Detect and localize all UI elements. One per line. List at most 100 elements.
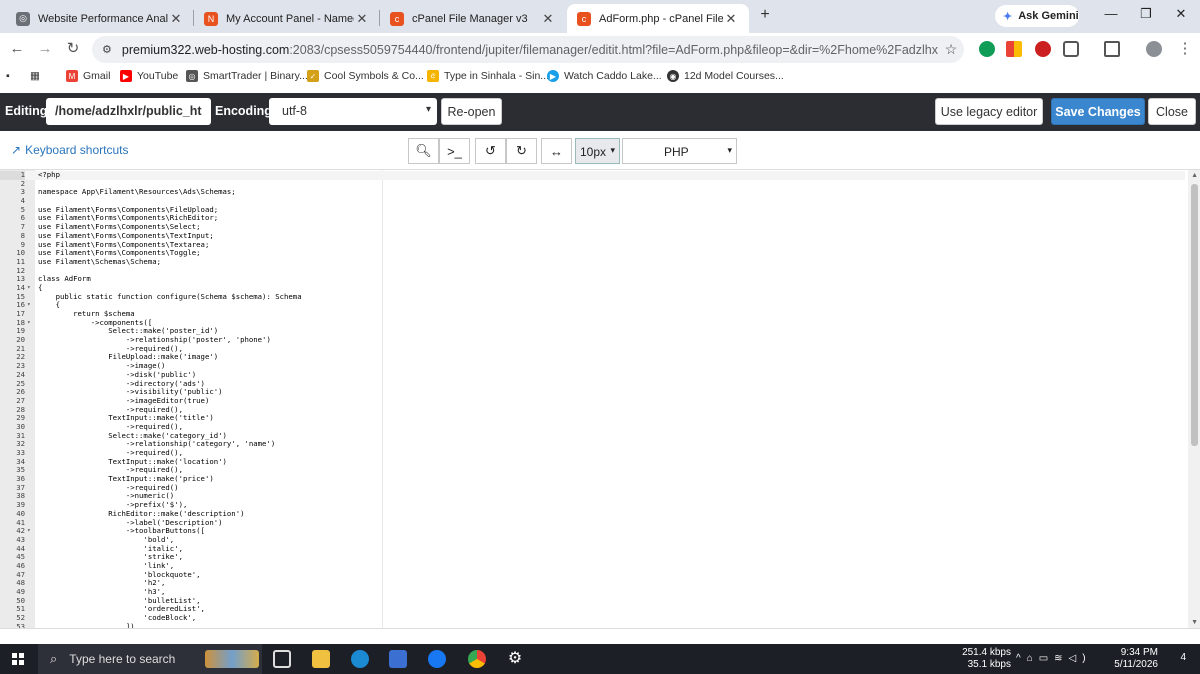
bookmark-youtube[interactable]: ▶ YouTube xyxy=(120,70,178,82)
encoding-select[interactable]: utf-8 ▾ xyxy=(269,98,437,125)
scroll-down-icon[interactable]: ▼ xyxy=(1191,619,1198,626)
app-icon[interactable] xyxy=(389,650,407,668)
scroll-up-icon[interactable]: ▲ xyxy=(1191,172,1198,179)
keyboard-shortcuts-link[interactable]: ↗ Keyboard shortcuts xyxy=(11,143,128,157)
browser-tab[interactable]: ◎ Website Performance Analysis ✕ xyxy=(6,4,194,33)
code-line[interactable]: 48 'h2', xyxy=(0,579,1185,588)
chrome-icon[interactable] xyxy=(468,650,486,668)
play-icon: ▶ xyxy=(547,70,559,82)
undo-icon[interactable]: ↺ xyxy=(475,138,506,164)
browser-tab[interactable]: c cPanel File Manager v3 ✕ xyxy=(380,4,566,33)
bookmark-12d-model[interactable]: ◉ 12d Model Courses... xyxy=(667,70,784,82)
code-line[interactable]: 45 'strike', xyxy=(0,553,1185,562)
code-line[interactable]: 1 <?php xyxy=(0,170,1185,180)
scrollbar-thumb[interactable] xyxy=(1191,184,1198,446)
edge-icon[interactable] xyxy=(351,650,369,668)
facebook-icon[interactable] xyxy=(428,650,446,668)
code-line[interactable]: 52 'codeBlock', xyxy=(0,613,1185,623)
code-line[interactable]: 17 return $schema xyxy=(0,309,1185,319)
notification-count: 4 xyxy=(1180,652,1186,663)
editing-label: Editing: xyxy=(5,104,52,118)
language-mode-select[interactable]: PHP ▾ xyxy=(622,138,737,164)
code-line[interactable]: 37 ->required() xyxy=(0,483,1185,493)
ask-gemini-button[interactable]: ✦ Ask Gemini xyxy=(995,5,1079,27)
code-text: use Filament\Schemas\Schema; xyxy=(38,256,162,266)
task-view-icon[interactable] xyxy=(273,650,291,668)
windows-start-icon[interactable] xyxy=(12,653,24,665)
vertical-scrollbar[interactable]: ▲ ▼ xyxy=(1188,170,1200,628)
code-line[interactable]: 22 FileUpload::make('image') xyxy=(0,353,1185,362)
save-changes-button[interactable]: Save Changes xyxy=(1051,98,1145,125)
close-button[interactable]: Close xyxy=(1148,98,1196,125)
code-line[interactable]: 13 class AdForm xyxy=(0,275,1185,284)
code-line[interactable]: 11 use Filament\Schemas\Schema; xyxy=(0,256,1185,267)
extensions-puzzle-icon[interactable] xyxy=(1063,41,1079,57)
net-down: 35.1 kbps xyxy=(967,659,1011,670)
code-editor[interactable]: 1 <?php 2 3 namespace App\Filament\Resources… xyxy=(0,169,1200,628)
file-explorer-icon[interactable] xyxy=(312,650,330,668)
menu-icon[interactable]: ⋮ xyxy=(1176,40,1194,58)
grammarly-icon[interactable] xyxy=(979,41,995,57)
close-window-icon[interactable]: ✕ xyxy=(1171,6,1191,22)
bookmarks-bar: ▪ ▦ M Gmail ▶ YouTube ◎ SmartTrader | Binar… xyxy=(0,66,1200,90)
extension-icon[interactable] xyxy=(1006,41,1022,57)
tab-close-icon[interactable]: ✕ xyxy=(723,11,739,27)
youtube-icon: ▶ xyxy=(120,70,132,82)
code-line[interactable]: 16 ▾ { xyxy=(0,301,1185,310)
bookmark-star-icon[interactable]: ☆ xyxy=(938,41,964,58)
settings-gear-icon[interactable]: ⚙ xyxy=(506,650,524,668)
language-mode-value: PHP xyxy=(664,145,689,159)
fold-toggle-icon[interactable]: ▾ xyxy=(27,301,31,310)
notifications-icon[interactable]: 4 xyxy=(1166,652,1186,664)
net-up: 251.4 kbps xyxy=(962,647,1011,658)
code-line[interactable]: 12 xyxy=(0,266,1185,276)
minimize-icon[interactable]: — xyxy=(1101,6,1121,21)
search-highlight-icon[interactable] xyxy=(205,650,259,668)
fold-toggle-icon[interactable]: ▾ xyxy=(27,527,31,536)
reload-icon[interactable]: ↻ xyxy=(64,40,82,58)
goto-line-icon[interactable]: >_ xyxy=(439,138,470,164)
search-icon[interactable]: 🔍︎ xyxy=(408,138,439,164)
tab-close-icon[interactable]: ✕ xyxy=(354,11,370,27)
code-line[interactable]: 15 public static function configure(Sche… xyxy=(0,292,1185,302)
tab-close-icon[interactable]: ✕ xyxy=(168,11,184,27)
tray-icons[interactable]: ^⌂▭≋◁) xyxy=(1016,653,1106,665)
apps-grid-icon[interactable]: ▦ xyxy=(30,70,40,82)
bookmark-cool-symbols[interactable]: ✓ Cool Symbols & Co... xyxy=(307,70,424,82)
site-info-icon[interactable]: ⚙ xyxy=(102,43,112,56)
wrap-toggle-icon[interactable]: ↔ xyxy=(541,138,572,164)
chevron-down-icon: ▾ xyxy=(425,104,431,115)
legacy-editor-button[interactable]: Use legacy editor xyxy=(935,98,1043,125)
new-tab-icon[interactable]: + xyxy=(756,6,774,26)
opera-icon[interactable] xyxy=(1035,41,1051,57)
browser-nav-bar: ← → ↻ ⚙ premium322.web-hosting.com:2083/… xyxy=(0,33,1200,66)
reopen-button[interactable]: Re-open xyxy=(441,98,502,125)
back-icon[interactable]: ← xyxy=(8,40,26,58)
code-line[interactable]: 47 'blockquote', xyxy=(0,570,1185,580)
browser-tab[interactable]: N My Account Panel - Namecheap ✕ xyxy=(194,4,380,33)
fold-toggle-icon[interactable]: ▾ xyxy=(27,319,31,328)
maximize-icon[interactable]: ❐ xyxy=(1136,6,1156,22)
fold-toggle-icon[interactable]: ▾ xyxy=(27,284,31,293)
forward-icon[interactable]: → xyxy=(36,40,54,58)
profile-avatar[interactable] xyxy=(1146,41,1162,57)
url-path: :2083/cpsess5059754440/frontend/jupiter/… xyxy=(289,42,938,57)
sidebar-icon[interactable]: ▪ xyxy=(6,70,10,82)
bookmark-gmail[interactable]: M Gmail xyxy=(66,70,110,82)
code-line[interactable]: 3 namespace App\Filament\Resources\Ads\Sc… xyxy=(0,188,1185,197)
bookmark-label: YouTube xyxy=(137,70,179,82)
tab-close-icon[interactable]: ✕ xyxy=(540,11,556,27)
code-line[interactable]: 10 use Filament\Forms\Components\Toggle; xyxy=(0,248,1185,258)
code-line[interactable]: 42 ▾ ->toolbarButtons([ xyxy=(0,526,1185,536)
clock[interactable]: 9:34 PM 5/11/2026 xyxy=(1110,647,1158,671)
bookmark-caddo-lake[interactable]: ▶ Watch Caddo Lake... xyxy=(547,70,662,82)
browser-tab-active[interactable]: c AdForm.php - cPanel File Manager ✕ xyxy=(567,4,749,33)
tab-search-icon[interactable] xyxy=(1104,41,1120,57)
font-size-select[interactable]: 10px ▾ xyxy=(575,138,620,164)
bookmark-smarttrader[interactable]: ◎ SmartTrader | Binary... xyxy=(186,70,308,82)
bookmark-sinhala[interactable]: අ Type in Sinhala - Sin... xyxy=(427,70,549,82)
redo-icon[interactable]: ↻ xyxy=(506,138,537,164)
file-path-field[interactable]: /home/adzlhxlr/public_ht xyxy=(46,98,211,125)
bookmark-label: 12d Model Courses... xyxy=(684,70,784,82)
address-bar[interactable]: ⚙ premium322.web-hosting.com:2083/cpsess… xyxy=(92,36,964,63)
